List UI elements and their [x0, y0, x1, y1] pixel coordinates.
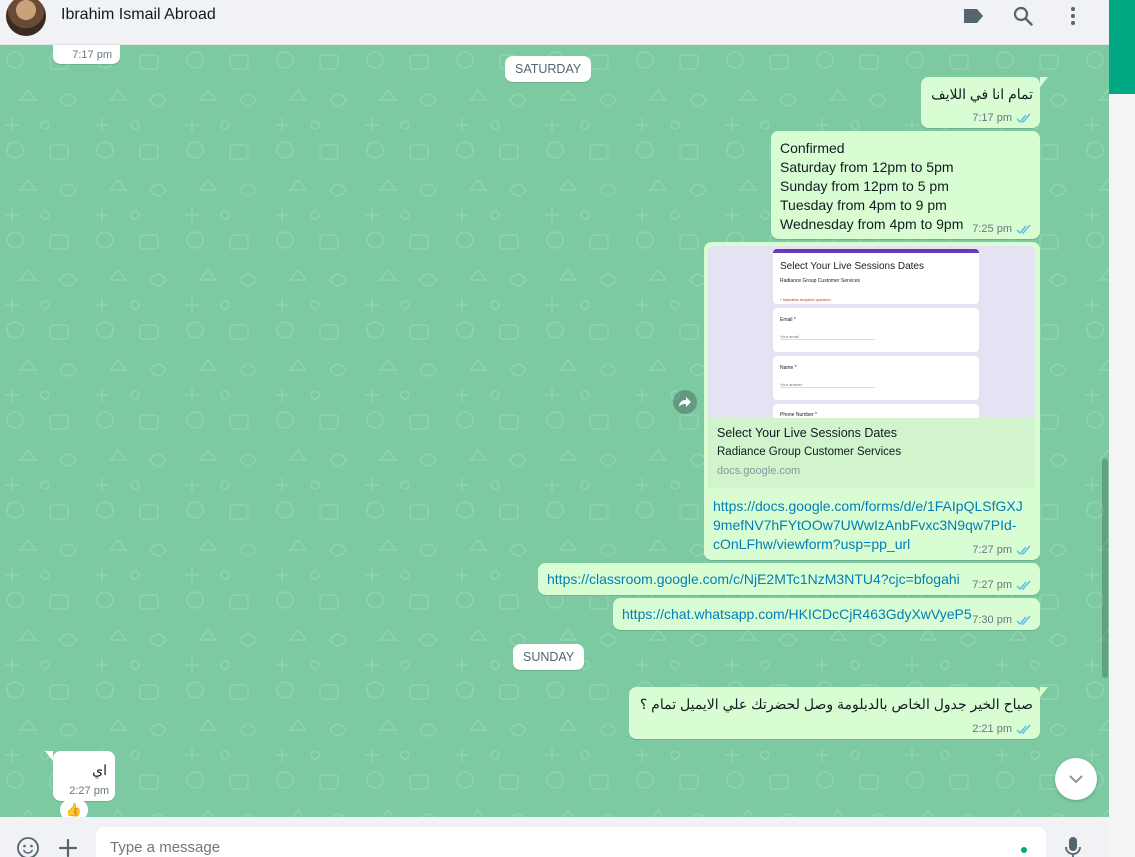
message-outgoing[interactable]: https://classroom.google.com/c/NjE2MTc1N…	[538, 563, 1040, 595]
read-ticks-icon	[1016, 615, 1031, 625]
link-line[interactable]: 9mefNV7hFYtOOw7UWwIzAnbFvxc3N9qw7PId-	[713, 516, 1023, 535]
message-text: تمام انا في اللايف	[931, 86, 1033, 102]
preview-form-header: Select Your Live Sessions Dates Radiance…	[773, 249, 979, 304]
emoji-icon[interactable]	[15, 835, 41, 857]
message-outgoing[interactable]: صباح الخير جدول الخاص بالدبلومة وصل لحضر…	[629, 687, 1048, 739]
message-time: 7:27 pm	[972, 544, 1012, 556]
avatar[interactable]	[6, 0, 46, 36]
contact-name[interactable]: Ibrahim Ismail Abroad	[61, 6, 216, 24]
panel-scroll-track	[1109, 94, 1135, 857]
chevron-down-icon	[1069, 775, 1083, 784]
read-ticks-icon	[1016, 580, 1031, 590]
status-dot-icon	[1021, 847, 1027, 853]
message-time: 2:21 pm	[972, 723, 1012, 735]
message-outgoing[interactable]: Confirmed Saturday from 12pm to 5pm Sund…	[771, 131, 1040, 239]
message-incoming[interactable]: اي 2:27 pm	[45, 751, 115, 801]
scroll-to-bottom-button[interactable]	[1055, 758, 1097, 800]
message-outgoing[interactable]: تمام انا في اللايف 7:17 pm	[921, 77, 1048, 128]
date-separator-saturday: SATURDAY	[505, 56, 592, 82]
message-time: 7:30 pm	[972, 614, 1012, 626]
message-time: 7:25 pm	[972, 223, 1012, 235]
preview-form-field: Name * Your answer	[773, 356, 979, 400]
preview-field-placeholder: Your answer	[780, 382, 875, 388]
preview-field-label: Email *	[780, 317, 796, 323]
search-icon[interactable]	[1012, 5, 1034, 27]
label-icon[interactable]	[962, 5, 984, 27]
preview-field-placeholder: Your email	[780, 334, 875, 340]
message-time: 7:27 pm	[972, 579, 1012, 591]
menu-icon[interactable]	[1062, 5, 1084, 27]
preview-form-subtitle: Radiance Group Customer Services	[780, 278, 861, 284]
preview-form-field: Phone Number *	[773, 404, 979, 418]
message-outgoing-link-preview[interactable]: Select Your Live Sessions Dates Radiance…	[704, 242, 1040, 560]
link-preview-domain: docs.google.com	[717, 465, 801, 477]
preview-form-title: Select Your Live Sessions Dates	[780, 261, 924, 272]
attach-icon[interactable]	[55, 835, 81, 857]
message-text: صباح الخير جدول الخاص بالدبلومة وصل لحضر…	[639, 696, 1033, 712]
link-preview-image[interactable]: Select Your Live Sessions Dates Radiance…	[708, 246, 1035, 418]
message-link[interactable]: https://classroom.google.com/c/NjE2MTc1N…	[547, 571, 960, 587]
message-line: Confirmed	[780, 140, 845, 156]
message-line: Tuesday from 4pm to 9 pm	[780, 197, 947, 213]
forward-icon[interactable]	[673, 390, 697, 414]
message-time: 7:17 pm	[972, 112, 1012, 124]
message-reaction[interactable]: 👍	[60, 799, 88, 817]
chat-area[interactable]: 7:17 pm SATURDAY تمام انا في اللايف 7:17…	[0, 45, 1109, 817]
message-text: اي	[92, 762, 107, 778]
preview-field-label: Name *	[780, 365, 797, 371]
message-outgoing[interactable]: https://chat.whatsapp.com/HKICDcCjR463Gd…	[613, 598, 1040, 630]
read-ticks-icon	[1016, 113, 1031, 123]
link-preview-title: Select Your Live Sessions Dates	[717, 426, 897, 440]
message-time: 2:27 pm	[69, 785, 109, 797]
preview-form-field: Email * Your email	[773, 308, 979, 352]
accent-strip	[1109, 0, 1135, 94]
message-incoming-previous[interactable]: 7:17 pm	[53, 45, 120, 64]
message-line: Saturday from 12pm to 5pm	[780, 159, 954, 175]
link-line[interactable]: https://docs.google.com/forms/d/e/1FAIpQ…	[713, 497, 1023, 516]
right-panel-strip	[1109, 0, 1135, 857]
message-input[interactable]	[96, 827, 1046, 857]
read-ticks-icon	[1016, 224, 1031, 234]
read-ticks-icon	[1016, 724, 1031, 734]
chat-header: Ibrahim Ismail Abroad	[0, 0, 1109, 45]
link-preview-description: Radiance Group Customer Services	[717, 446, 902, 458]
composer-bar	[0, 817, 1109, 857]
read-ticks-icon	[1016, 545, 1031, 555]
mic-icon[interactable]	[1060, 835, 1086, 857]
preview-form-required: * Indicates required question	[780, 297, 831, 302]
date-separator-sunday: SUNDAY	[513, 644, 585, 670]
chat-scrollbar[interactable]	[1102, 458, 1108, 678]
message-line: Sunday from 12pm to 5 pm	[780, 178, 949, 194]
message-line: Wednesday from 4pm to 9pm	[780, 216, 964, 232]
link-preview-info[interactable]: Select Your Live Sessions Dates Radiance…	[708, 418, 1035, 488]
message-text: Confirmed Saturday from 12pm to 5pm Sund…	[780, 139, 963, 234]
message-time: 7:17 pm	[72, 49, 112, 61]
message-link[interactable]: https://chat.whatsapp.com/HKICDcCjR463Gd…	[622, 606, 972, 622]
